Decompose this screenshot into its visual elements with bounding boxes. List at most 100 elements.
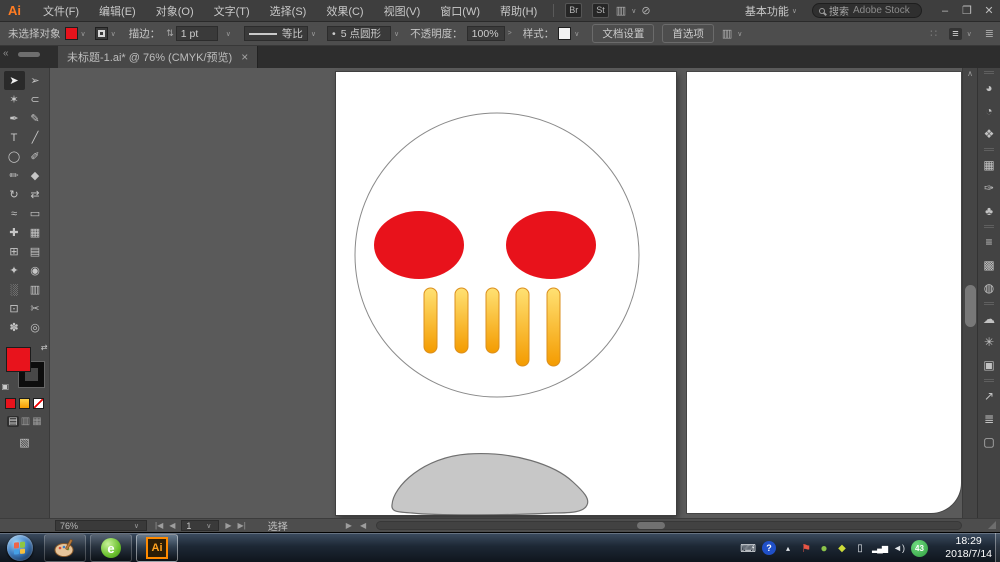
share-icon[interactable]: ▥ bbox=[722, 27, 732, 40]
libraries-panel-icon[interactable]: ☁ bbox=[978, 307, 1000, 330]
pen-tool[interactable]: ✒ bbox=[4, 109, 25, 128]
collapse-panels-icon[interactable]: « bbox=[3, 48, 9, 59]
chevron-down-icon[interactable]: ∨ bbox=[574, 30, 579, 38]
menu-effect[interactable]: 效果(C) bbox=[316, 3, 373, 19]
taskbar-paint-button[interactable] bbox=[44, 534, 86, 562]
360-health-icon[interactable]: 43 bbox=[911, 540, 928, 557]
hand-tool[interactable]: ✽ bbox=[4, 318, 25, 337]
panel-dots-icon[interactable]: ∷ bbox=[930, 27, 937, 40]
menu-help[interactable]: 帮助(H) bbox=[490, 3, 547, 19]
start-button[interactable] bbox=[7, 535, 33, 561]
stroke-color-swatch[interactable] bbox=[95, 27, 108, 40]
opacity-value[interactable]: 100% bbox=[467, 26, 505, 41]
line-segment-tool[interactable]: ╱ bbox=[25, 128, 46, 147]
selection-tool[interactable]: ➤ bbox=[4, 71, 25, 90]
lasso-tool[interactable]: ⊂ bbox=[25, 90, 46, 109]
last-artboard-icon[interactable]: ▶| bbox=[238, 521, 246, 530]
graphic-styles-panel-icon[interactable]: ▣ bbox=[978, 353, 1000, 376]
screen-mode-button[interactable]: ▧ bbox=[0, 436, 49, 449]
gradient-button[interactable] bbox=[19, 398, 30, 409]
panel-group-grip[interactable] bbox=[978, 299, 1000, 307]
language-bar-icon[interactable]: ⌨ bbox=[740, 542, 756, 555]
vertical-scrollbar[interactable]: ∧ bbox=[962, 68, 977, 518]
tab-scroll-pill[interactable] bbox=[18, 52, 40, 57]
first-artboard-icon[interactable]: |◀ bbox=[155, 521, 163, 530]
brushes-panel-icon[interactable]: ✑ bbox=[978, 176, 1000, 199]
scroll-right-icon[interactable]: ▶ bbox=[346, 521, 352, 530]
stroke-weight-value[interactable]: 1 pt bbox=[176, 26, 218, 41]
menu-select[interactable]: 选择(S) bbox=[260, 3, 317, 19]
workspace-switcher[interactable]: 基本功能 ∨ bbox=[745, 3, 800, 19]
default-fill-stroke-icon[interactable]: ▣ bbox=[2, 382, 10, 391]
stroke-weight-stepper[interactable]: ⇅ bbox=[166, 28, 174, 39]
power-icon[interactable]: ▯ bbox=[854, 543, 866, 554]
eyedropper-tool[interactable]: ✦ bbox=[4, 261, 25, 280]
chevron-down-icon[interactable]: ∨ bbox=[111, 30, 116, 38]
canvas[interactable] bbox=[50, 68, 962, 518]
stock-search-input[interactable]: 搜索 Adobe Stock bbox=[812, 3, 922, 18]
document-tab[interactable]: 未标题-1.ai* @ 76% (CMYK/预览) × bbox=[58, 46, 258, 68]
tooth-bar-5[interactable] bbox=[547, 288, 560, 366]
zoom-tool[interactable]: ◎ bbox=[25, 318, 46, 337]
panel-group-grip[interactable] bbox=[978, 145, 1000, 153]
tooth-bar-1[interactable] bbox=[424, 288, 437, 353]
tooth-bar-3[interactable] bbox=[486, 288, 499, 353]
help-center-icon[interactable]: ? bbox=[762, 541, 776, 555]
ellipse-tool[interactable]: ◯ bbox=[4, 147, 25, 166]
close-button[interactable]: ✕ bbox=[978, 4, 1000, 17]
swap-fill-stroke-icon[interactable]: ⇄ bbox=[41, 343, 48, 352]
layers-panel-icon[interactable]: ≣ bbox=[978, 407, 1000, 430]
wireless-signal-icon[interactable]: ▂▄▆ bbox=[872, 544, 887, 553]
perspective-grid-tool[interactable]: ▦ bbox=[25, 223, 46, 242]
stock-button[interactable]: St bbox=[592, 3, 609, 18]
chevron-down-icon[interactable]: ∨ bbox=[81, 30, 86, 38]
touch-workspace-icon[interactable]: ⊘ bbox=[641, 4, 650, 17]
document-setup-button[interactable]: 文档设置 bbox=[592, 24, 654, 43]
draw-inside-icon[interactable]: ▦ bbox=[32, 416, 41, 427]
magic-wand-tool[interactable]: ✶ bbox=[4, 90, 25, 109]
resize-grip[interactable] bbox=[988, 521, 996, 529]
fill-color-swatch[interactable] bbox=[65, 27, 78, 40]
zoom-level-select[interactable]: 76% ∨ bbox=[55, 520, 147, 531]
network-status-icon[interactable]: ● bbox=[818, 541, 830, 555]
dock-control-icon[interactable]: ≡ bbox=[949, 28, 961, 40]
list-view-icon[interactable]: ≣ bbox=[985, 27, 994, 40]
menu-view[interactable]: 视图(V) bbox=[374, 3, 431, 19]
mesh-tool[interactable]: ⊞ bbox=[4, 242, 25, 261]
appearance-panel-icon[interactable]: ✳ bbox=[978, 330, 1000, 353]
tab-close-icon[interactable]: × bbox=[241, 50, 248, 64]
chevron-down-icon[interactable]: ∨ bbox=[226, 30, 231, 38]
taskbar-clock[interactable]: 18:29 2018/7/14 bbox=[945, 535, 992, 561]
horizontal-scrollbar[interactable] bbox=[376, 521, 962, 530]
color-panel-icon[interactable]: ◕ bbox=[978, 76, 1000, 99]
chevron-down-icon[interactable]: ∨ bbox=[737, 30, 742, 38]
paintbrush-tool[interactable]: ✐ bbox=[25, 147, 46, 166]
fill-proxy-swatch[interactable] bbox=[6, 347, 31, 372]
artboard-tool[interactable]: ⊡ bbox=[4, 299, 25, 318]
bridge-button[interactable]: Br bbox=[565, 3, 582, 18]
chevron-down-icon[interactable]: ∨ bbox=[394, 30, 399, 38]
transparency-panel-icon[interactable]: ◍ bbox=[978, 276, 1000, 299]
type-tool[interactable]: T bbox=[4, 128, 25, 147]
curvature-tool[interactable]: ✎ bbox=[25, 109, 46, 128]
safety-center-icon[interactable]: ◆ bbox=[836, 543, 848, 554]
horizontal-scroll-thumb[interactable] bbox=[637, 522, 665, 529]
volume-icon[interactable]: ◄) bbox=[893, 543, 905, 553]
minimize-button[interactable]: – bbox=[934, 5, 956, 17]
tooth-bar-2[interactable] bbox=[455, 288, 468, 353]
previous-artboard-icon[interactable]: ◀ bbox=[169, 521, 175, 530]
chevron-down-icon[interactable]: ∨ bbox=[311, 30, 316, 38]
security-notify-icon[interactable]: ⚑ bbox=[800, 542, 812, 555]
brush-definition-select[interactable]: • 5 点圆形 bbox=[327, 26, 391, 41]
restore-button[interactable]: ❐ bbox=[956, 4, 978, 17]
draw-behind-icon[interactable]: ▥ bbox=[21, 416, 30, 427]
right-eye-ellipse[interactable] bbox=[506, 211, 596, 279]
stroke-profile-select[interactable]: 等比 bbox=[244, 26, 308, 41]
shape-builder-tool[interactable]: ✚ bbox=[4, 223, 25, 242]
artboard-number-select[interactable]: 1 ∨ bbox=[181, 520, 219, 531]
jaw-blob-shape[interactable] bbox=[392, 454, 588, 515]
opacity-more-icon[interactable]: > bbox=[508, 30, 512, 37]
next-artboard-icon[interactable]: ▶ bbox=[225, 521, 231, 530]
taskbar-illustrator-button[interactable]: Ai bbox=[136, 534, 178, 562]
menu-object[interactable]: 对象(O) bbox=[146, 3, 204, 19]
